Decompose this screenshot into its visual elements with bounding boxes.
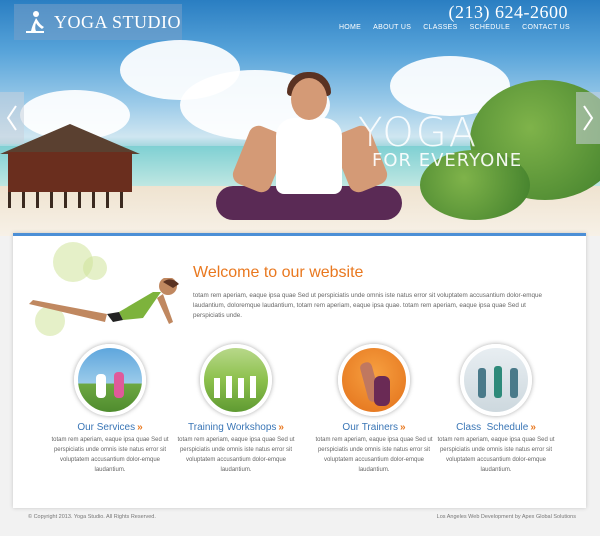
training-workshops-link[interactable]: Training Workshops»	[171, 422, 301, 433]
slider-next-button[interactable]	[576, 92, 600, 144]
nav-classes[interactable]: CLASSES	[423, 24, 457, 31]
service-card-our-trainers: Our Trainers» totam rem aperiam, eaque i…	[309, 344, 439, 475]
our-trainers-image[interactable]	[338, 344, 410, 416]
training-workshops-title: Training Workshops	[188, 422, 277, 433]
our-trainers-title: Our Trainers	[342, 422, 398, 433]
double-chevron-right-icon: »	[278, 422, 284, 433]
nav-schedule[interactable]: SCHEDULE	[470, 24, 511, 31]
our-services-link[interactable]: Our Services»	[45, 422, 175, 433]
model-head	[291, 78, 327, 120]
double-chevron-right-icon: »	[137, 422, 143, 433]
double-chevron-right-icon: »	[530, 422, 536, 433]
yoga-pose-logo-icon	[26, 11, 44, 33]
decorative-swirl	[83, 256, 107, 280]
our-services-image[interactable]	[74, 344, 146, 416]
training-workshops-image[interactable]	[200, 344, 272, 416]
class-schedule-link[interactable]: Class Schedule»	[431, 422, 561, 433]
hut	[8, 152, 132, 192]
site-name: YOGA STUDIO	[54, 11, 181, 32]
site-logo[interactable]: YOGA STUDIO	[14, 4, 182, 40]
footer-copyright: © Copyright 2013. Yoga Studio. All Right…	[28, 514, 156, 520]
class-schedule-text: totam rem aperiam, eaque ipsa quae Sed u…	[437, 437, 555, 473]
nav-home[interactable]: HOME	[339, 24, 361, 31]
nav-about-us[interactable]: ABOUT US	[373, 24, 411, 31]
footer-credit-link[interactable]: Los Angeles Web Development by Apex Glob…	[437, 514, 576, 520]
training-workshops-text: totam rem aperiam, eaque ipsa quae Sed u…	[177, 437, 295, 473]
hero-banner: YOGA STUDIO (213) 624-2600 HOME ABOUT US…	[0, 0, 600, 236]
slider-prev-button[interactable]	[0, 92, 24, 144]
phone-number: (213) 624-2600	[448, 2, 568, 22]
hero-subheadline: FOR EVERYONE	[372, 150, 523, 171]
welcome-heading: Welcome to our website	[193, 264, 364, 281]
chevron-left-icon	[6, 105, 17, 131]
main-nav: HOME ABOUT US CLASSES SCHEDULE CONTACT U…	[339, 24, 570, 31]
nav-contact-us[interactable]: CONTACT US	[522, 24, 570, 31]
model-torso	[276, 118, 342, 194]
welcome-text: totam rem aperiam, eaque ipsa quae Sed u…	[193, 292, 542, 319]
our-trainers-text: totam rem aperiam, eaque ipsa quae Sed u…	[315, 437, 433, 473]
page: YOGA STUDIO (213) 624-2600 HOME ABOUT US…	[0, 0, 600, 536]
chevron-right-icon	[583, 105, 594, 131]
hut-stilts	[8, 192, 132, 208]
our-services-title: Our Services	[77, 422, 136, 433]
class-schedule-image[interactable]	[460, 344, 532, 416]
class-schedule-title: Class Schedule	[456, 422, 529, 433]
service-card-training-workshops: Training Workshops» totam rem aperiam, e…	[171, 344, 301, 475]
double-chevron-right-icon: »	[400, 422, 406, 433]
welcome-yoga-image	[29, 278, 179, 324]
content-panel: Welcome to our website totam rem aperiam…	[13, 233, 586, 508]
our-trainers-link[interactable]: Our Trainers»	[309, 422, 439, 433]
service-card-our-services: Our Services» totam rem aperiam, eaque i…	[45, 344, 175, 475]
service-card-class-schedule: Class Schedule» totam rem aperiam, eaque…	[431, 344, 561, 475]
our-services-text: totam rem aperiam, eaque ipsa quae Sed u…	[51, 437, 169, 473]
